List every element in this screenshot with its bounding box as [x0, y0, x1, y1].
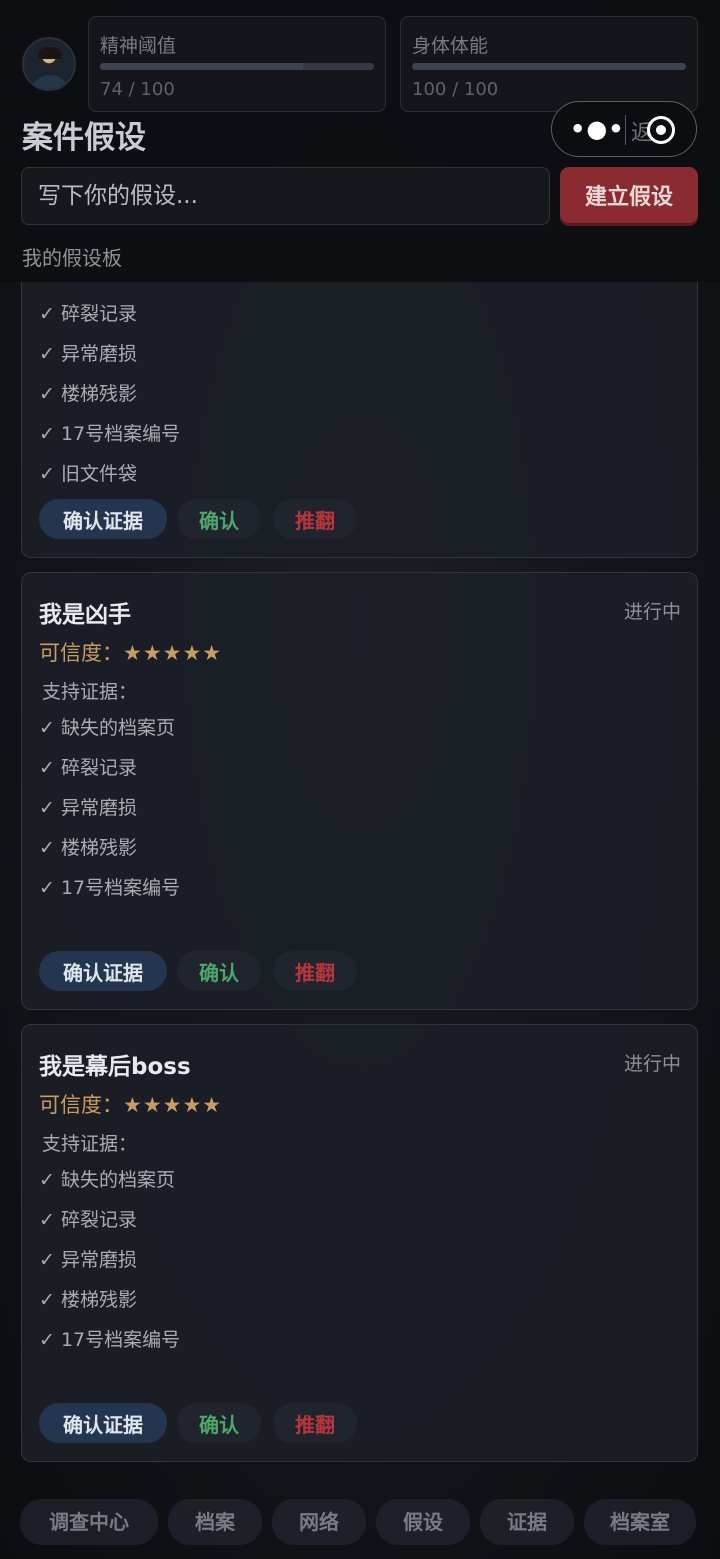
credibility-row: 可信度：★★★★★ — [39, 1089, 222, 1119]
physical-stamina-card: 身体体能 100 / 100 — [400, 16, 698, 112]
hypothesis-card: 我是凶手 进行中 可信度：★★★★★ 支持证据： ✓ 缺失的档案页 ✓ 碎裂记录… — [21, 572, 698, 1010]
confirm-evidence-button[interactable]: 确认证据 — [39, 951, 167, 991]
page-title: 案件假设 — [22, 120, 146, 156]
nav-item-files[interactable]: 档案 — [168, 1499, 262, 1545]
evidence-item: ✓ 异常磨损 — [39, 797, 137, 819]
star-rating: ★★★★★ — [123, 1093, 223, 1117]
nav-item-evidence[interactable]: 证据 — [480, 1499, 574, 1545]
evidence-item: ✓ 楼梯残影 — [39, 383, 137, 405]
physical-progress-bar — [412, 63, 686, 70]
evidence-list: ✓ 缺失的档案页 ✓ 碎裂记录 ✓ 异常磨损 ✓ 楼梯残影 ✓ 17号档案编号 — [39, 1165, 180, 1365]
hypothesis-input[interactable] — [21, 167, 550, 225]
header: 精神阈值 74 / 100 身体体能 100 / 100 案件假设 返 •●• … — [0, 0, 720, 282]
reject-button[interactable]: 推翻 — [273, 951, 357, 991]
board-label: 我的假设板 — [22, 246, 122, 270]
bottom-nav: 调查中心 档案 网络 假设 证据 档案室 — [0, 1499, 720, 1547]
confirm-button[interactable]: 确认 — [177, 951, 261, 991]
mental-progress-fill — [100, 63, 303, 70]
evidence-item: ✓ 楼梯残影 — [39, 837, 137, 859]
evidence-item: ✓ 异常磨损 — [39, 343, 137, 365]
evidence-item: ✓ 缺失的档案页 — [39, 717, 175, 739]
confirm-evidence-button[interactable]: 确认证据 — [39, 499, 167, 539]
evidence-item: ✓ 缺失的档案页 — [39, 1169, 175, 1191]
reject-button[interactable]: 推翻 — [273, 1403, 357, 1443]
evidence-item: ✓ 异常磨损 — [39, 1249, 137, 1271]
stat-value: 74 / 100 — [100, 79, 175, 100]
hypothesis-page: ✓ 碎裂记录 ✓ 异常磨损 ✓ 楼梯残影 ✓ 17号档案编号 ✓ 旧文件袋 确认… — [0, 0, 720, 1559]
confirm-button[interactable]: 确认 — [177, 1403, 261, 1443]
hypothesis-card: 我是幕后boss 进行中 可信度：★★★★★ 支持证据： ✓ 缺失的档案页 ✓ … — [21, 1024, 698, 1462]
hypothesis-title: 我是凶手 — [39, 602, 131, 628]
confirm-evidence-button[interactable]: 确认证据 — [39, 1403, 167, 1443]
credibility-row: 可信度：★★★★★ — [39, 637, 222, 667]
close-target-icon[interactable] — [647, 116, 675, 144]
nav-item-investigation-center[interactable]: 调查中心 — [20, 1499, 158, 1545]
evidence-list: ✓ 缺失的档案页 ✓ 碎裂记录 ✓ 异常磨损 ✓ 楼梯残影 ✓ 17号档案编号 — [39, 713, 180, 913]
credibility-label: 可信度： — [39, 1093, 123, 1117]
stat-label: 精神阈值 — [100, 35, 177, 57]
avatar[interactable] — [22, 37, 76, 91]
evidence-item: ✓ 旧文件袋 — [39, 463, 137, 485]
nav-item-archive-room[interactable]: 档案室 — [584, 1499, 696, 1545]
mini-program-capsule: 返 •●• — [551, 101, 697, 157]
evidence-item: ✓ 17号档案编号 — [39, 423, 181, 445]
evidence-item: ✓ 楼梯残影 — [39, 1289, 137, 1311]
nav-item-hypothesis[interactable]: 假设 — [376, 1499, 470, 1545]
evidence-item: ✓ 碎裂记录 — [39, 1209, 137, 1231]
support-label: 支持证据： — [42, 1133, 138, 1155]
mental-threshold-card: 精神阈值 74 / 100 — [88, 16, 386, 112]
status-badge: 进行中 — [623, 1053, 681, 1075]
support-label: 支持证据： — [42, 681, 138, 703]
star-rating: ★★★★★ — [123, 641, 223, 665]
avatar-hair — [38, 47, 62, 59]
reject-button[interactable]: 推翻 — [273, 499, 357, 539]
evidence-list: ✓ 碎裂记录 ✓ 异常磨损 ✓ 楼梯残影 ✓ 17号档案编号 ✓ 旧文件袋 — [39, 299, 180, 499]
evidence-item: ✓ 碎裂记录 — [39, 303, 137, 325]
nav-item-network[interactable]: 网络 — [272, 1499, 366, 1545]
evidence-item: ✓ 17号档案编号 — [39, 877, 181, 899]
create-hypothesis-button[interactable]: 建立假设 — [560, 167, 698, 223]
stat-label: 身体体能 — [412, 35, 489, 57]
confirm-button[interactable]: 确认 — [177, 499, 261, 539]
hypothesis-title: 我是幕后boss — [39, 1054, 191, 1080]
evidence-item: ✓ 碎裂记录 — [39, 757, 137, 779]
physical-progress-fill — [412, 63, 686, 70]
status-badge: 进行中 — [623, 601, 681, 623]
stat-value: 100 / 100 — [412, 79, 499, 100]
credibility-label: 可信度： — [39, 641, 123, 665]
capsule-divider — [625, 115, 626, 145]
more-icon[interactable]: •●• — [570, 117, 624, 142]
avatar-body — [30, 75, 70, 89]
evidence-item: ✓ 17号档案编号 — [39, 1329, 181, 1351]
mental-progress-bar — [100, 63, 374, 70]
